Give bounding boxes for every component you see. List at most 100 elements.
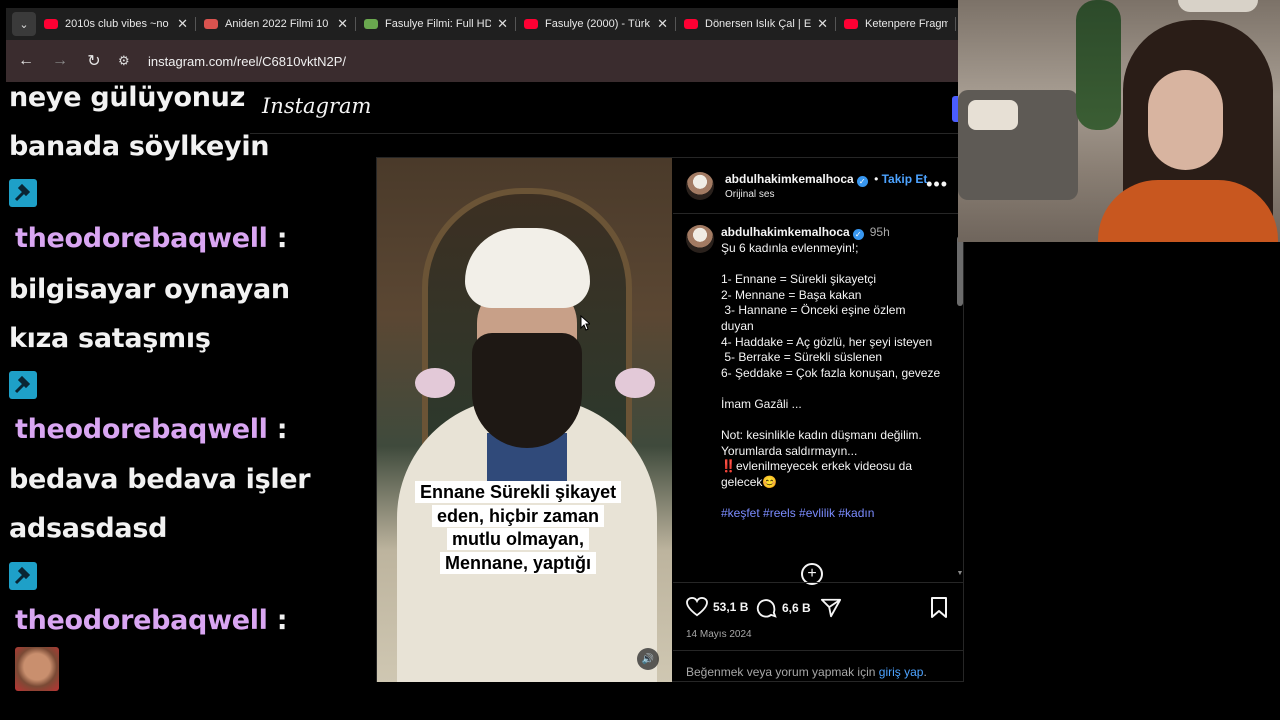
reel-video[interactable]: Ennane Sürekli şikayet eden, hiçbir zama… (377, 158, 672, 682)
author-line: abdulhakimkemalhoca ✓ • Takip Et (725, 172, 927, 187)
browser-tab[interactable]: 2010s club vibes ~no ✕ (36, 8, 196, 40)
webcam-plant (1076, 0, 1121, 130)
post-time: 95h (869, 225, 890, 239)
chat-message-text: kıza sataşmış (9, 323, 211, 354)
chat-message-text: adsasdasd (9, 513, 168, 544)
tab-title: Aniden 2022 Filmi 10 (225, 18, 329, 30)
comments-scrollbar[interactable]: ▲ ▼ (956, 218, 964, 578)
url-text: instagram.com/reel/C6810vktN2P/ (148, 53, 346, 69)
speaker-icon: 🔊 (641, 653, 655, 665)
reload-icon: ↻ (87, 53, 101, 70)
chat-username-line: theodorebaqwell : (15, 223, 288, 254)
tab-title: Fasulye Filmi: Full HD (385, 18, 492, 30)
close-icon[interactable]: ✕ (657, 16, 668, 32)
reload-button[interactable]: ↻ (80, 47, 108, 75)
browser-tab[interactable]: Fasulye (2000) - Türk ✕ (516, 8, 676, 40)
login-period: . (923, 665, 927, 679)
mute-button[interactable]: 🔊 (637, 648, 659, 670)
stream-chat: neye gülüyonuz banada söylkeyin theodore… (0, 82, 370, 720)
hammer-icon (9, 562, 37, 590)
video-person-beard (472, 333, 582, 448)
chat-message-text: bedava bedava işler (9, 464, 311, 495)
login-link[interactable]: giriş yap (879, 665, 924, 679)
chat-separator: : (276, 223, 288, 254)
close-icon[interactable]: ✕ (337, 16, 348, 32)
youtube-icon (844, 19, 858, 29)
address-bar: ← → ↻ ⚙ instagram.com/reel/C6810vktN2P/ (6, 40, 958, 82)
stream-screen: ⌄ 2010s club vibes ~no ✕ Aniden 2022 Fil… (0, 0, 1280, 720)
back-button[interactable]: ← (12, 47, 40, 75)
caption-author[interactable]: abdulhakimkemalhoca (721, 225, 850, 239)
chevron-down-icon: ⌄ (19, 18, 29, 31)
tab-search-button[interactable]: ⌄ (12, 12, 36, 36)
hashtags[interactable]: #keşfet #reels #evlilik #kadın (721, 506, 874, 520)
laughing-emote-icon (15, 647, 59, 691)
comment-button[interactable]: 6,6 B (755, 597, 811, 619)
reel-post: Ennane Sürekli şikayet eden, hiçbir zama… (376, 157, 964, 682)
forward-button[interactable]: → (46, 47, 74, 75)
separator-dot: • (874, 172, 879, 186)
webcam-person-shirt (1098, 180, 1278, 242)
follow-button[interactable]: Takip Et (882, 172, 928, 186)
chat-username: theodorebaqwell (15, 414, 268, 445)
browser-tab[interactable]: Fasulye Filmi: Full HD ✕ (356, 8, 516, 40)
caption-header: abdulhakimkemalhoca ✓ 95h (721, 225, 890, 240)
hammer-icon (9, 179, 37, 207)
post-sidebar: abdulhakimkemalhoca ✓ • Takip Et Orijinal… (673, 158, 964, 682)
scrollbar-thumb[interactable] (957, 236, 963, 306)
site-favicon-icon (364, 19, 378, 29)
chat-message-text: banada söylkeyin (9, 131, 270, 162)
webcam-feed (958, 0, 1280, 242)
caption-body: Şu 6 kadınla evlenmeyin!; 1- Ennane = Sü… (721, 241, 941, 489)
arrow-right-icon: → (52, 52, 68, 69)
chat-separator: : (276, 414, 288, 445)
share-icon (820, 598, 842, 618)
url-field[interactable]: ⚙ instagram.com/reel/C6810vktN2P/ (118, 46, 950, 76)
chat-username-line: theodorebaqwell : (15, 605, 288, 636)
comment-count: 6,6 B (782, 601, 811, 615)
browser-tab[interactable]: Ketenpere Fragman (836, 8, 956, 40)
bookmark-icon (931, 597, 947, 618)
comments-area: abdulhakimkemalhoca ✓ 95h Şu 6 kadınla evl… (673, 215, 964, 581)
site-settings-icon[interactable]: ⚙ (118, 53, 138, 69)
author-name[interactable]: abdulhakimkemalhoca (725, 172, 854, 186)
youtube-icon (44, 19, 58, 29)
close-icon[interactable]: ✕ (497, 16, 508, 32)
save-button[interactable] (930, 597, 953, 619)
share-button[interactable] (820, 597, 847, 619)
comment-icon (756, 599, 777, 618)
browser-tab[interactable]: Aniden 2022 Filmi 10 ✕ (196, 8, 356, 40)
caption-text: Şu 6 kadınla evlenmeyin!; 1- Ennane = Sü… (721, 241, 941, 522)
hammer-icon (9, 371, 37, 399)
author-avatar[interactable] (686, 172, 714, 200)
verified-icon: ✓ (856, 176, 868, 187)
close-icon[interactable]: ✕ (177, 16, 188, 32)
video-person-turban (465, 228, 590, 308)
arrow-left-icon: ← (18, 52, 34, 69)
tab-bar: ⌄ 2010s club vibes ~no ✕ Aniden 2022 Fil… (6, 8, 958, 40)
video-caption: Ennane Sürekli şikayet eden, hiçbir zama… (415, 481, 622, 575)
more-options-icon[interactable]: ••• (926, 174, 948, 195)
like-button[interactable]: 53,1 B (686, 597, 748, 617)
mouse-cursor-icon (580, 315, 590, 331)
close-icon[interactable]: ✕ (817, 16, 828, 32)
browser-tab[interactable]: Dönersen Islık Çal | E ✕ (676, 8, 836, 40)
chat-username: theodorebaqwell (15, 223, 268, 254)
chat-username-line: theodorebaqwell : (15, 414, 288, 445)
chat-message-text: bilgisayar oynayan (9, 274, 290, 305)
heart-icon (686, 597, 708, 617)
post-header: abdulhakimkemalhoca ✓ • Takip Et Orijinal… (673, 158, 964, 214)
tab-title: 2010s club vibes ~no (65, 18, 169, 30)
post-actions: 53,1 B 6,6 B 14 Mayıs 2024 Beğenmek veya… (673, 582, 964, 682)
post-date: 14 Mayıs 2024 (686, 629, 752, 640)
tab-title: Fasulye (2000) - Türk (545, 18, 650, 30)
webcam-person-face (1148, 70, 1223, 170)
audio-label[interactable]: Orijinal ses (725, 189, 774, 200)
chat-separator: : (276, 605, 288, 636)
like-count: 53,1 B (713, 600, 749, 614)
author-avatar[interactable] (686, 225, 714, 253)
video-caption-text: Ennane Sürekli şikayet eden, hiçbir zama… (415, 481, 622, 574)
verified-icon: ✓ (852, 229, 864, 240)
scroll-down-icon[interactable]: ▼ (956, 570, 964, 577)
youtube-icon (684, 19, 698, 29)
